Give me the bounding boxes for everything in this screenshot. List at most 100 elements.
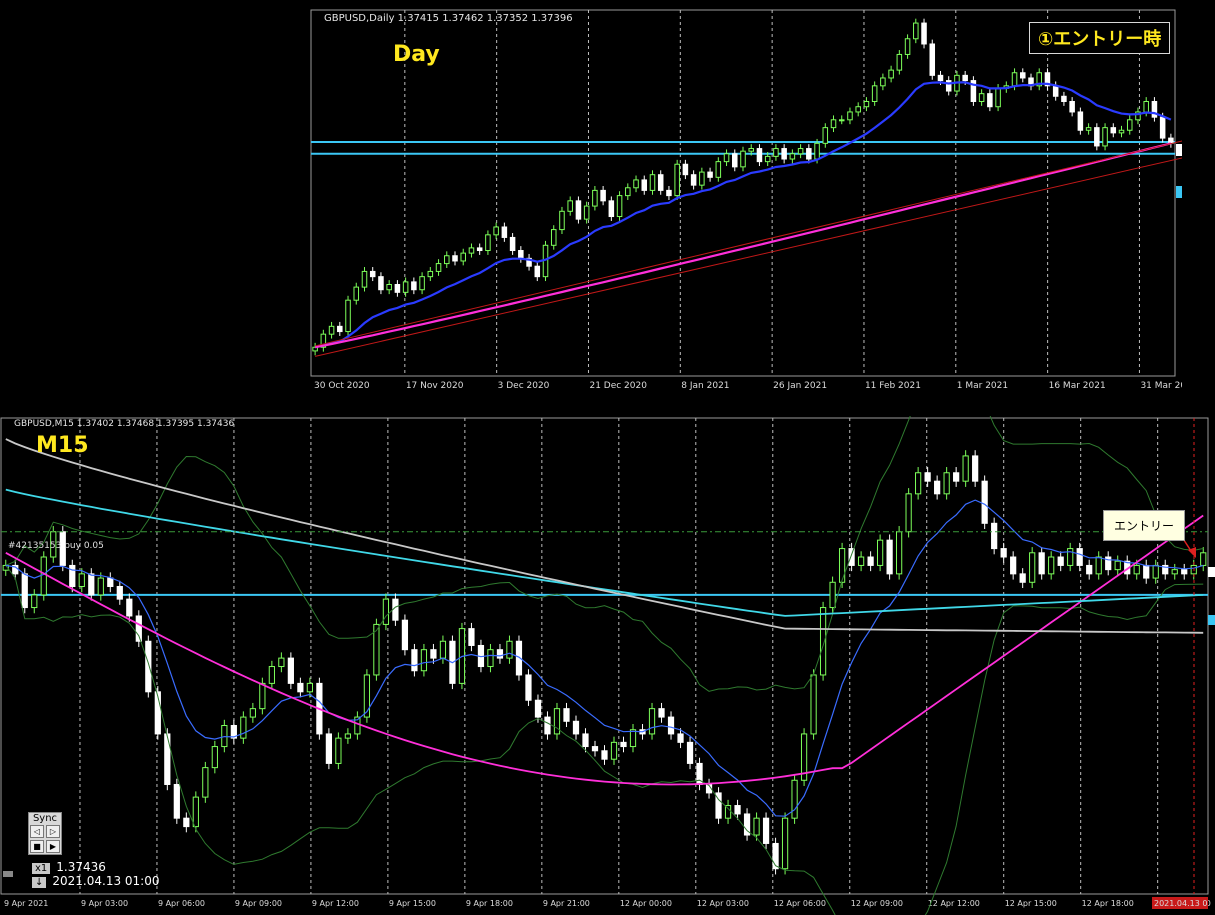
m15-chart-window[interactable]: 9 Apr 2021 9 Apr 03:00 9 Apr 06:00 9 Apr 09… bbox=[0, 416, 1215, 915]
x-tick-label: 9 Apr 09:00 bbox=[235, 899, 282, 908]
candle-body bbox=[620, 741, 627, 748]
candle-body bbox=[249, 708, 256, 718]
candle-body bbox=[259, 682, 266, 710]
candle-body bbox=[814, 142, 820, 160]
candle-body bbox=[657, 174, 664, 191]
candle-body bbox=[559, 210, 565, 231]
candle-body bbox=[518, 250, 524, 259]
candle-body bbox=[411, 649, 418, 672]
candle-body bbox=[1102, 127, 1108, 147]
current-price-marker bbox=[1176, 144, 1182, 156]
candle-body bbox=[378, 276, 384, 291]
candle-body bbox=[107, 577, 114, 587]
candle-body bbox=[972, 455, 979, 482]
candle-body bbox=[921, 22, 927, 45]
stop-icon[interactable]: ■ bbox=[30, 840, 44, 853]
candle-body bbox=[278, 657, 285, 668]
candle-body bbox=[427, 270, 434, 278]
x-tick-label: 1 Mar 2021 bbox=[957, 381, 1008, 391]
candle-body bbox=[69, 564, 76, 587]
candle-body bbox=[915, 472, 922, 495]
x-tick-label: 30 Oct 2020 bbox=[314, 381, 370, 391]
x-tick-label: 9 Apr 03:00 bbox=[81, 899, 128, 908]
x-tick-label: 12 Apr 15:00 bbox=[1005, 899, 1057, 908]
candle-body bbox=[335, 737, 342, 764]
candle-body bbox=[867, 556, 874, 566]
down-arrow-icon[interactable]: ↓ bbox=[32, 877, 47, 888]
candle-body bbox=[1010, 556, 1017, 575]
candle-body bbox=[435, 263, 442, 272]
x-tick-label: 9 Apr 21:00 bbox=[543, 899, 590, 908]
x-tick-label: 17 Nov 2020 bbox=[406, 381, 464, 391]
candle-body bbox=[641, 179, 648, 191]
daily-chart-window[interactable]: 30 Oct 2020 17 Nov 2020 3 Dec 2020 21 Dec 2… bbox=[310, 8, 1182, 392]
candle-body bbox=[1048, 556, 1055, 575]
candle-body bbox=[361, 270, 368, 288]
candle-body bbox=[394, 284, 401, 293]
candle-body bbox=[567, 200, 573, 212]
candle-body bbox=[857, 556, 865, 566]
candle-body bbox=[534, 265, 541, 278]
candle-body bbox=[1114, 560, 1121, 571]
x-tick-label: 9 Apr 18:00 bbox=[466, 899, 513, 908]
step-back-icon[interactable]: ◁ bbox=[30, 825, 44, 838]
candle-body bbox=[1061, 95, 1067, 103]
candle-body bbox=[591, 746, 599, 752]
candle-body bbox=[924, 472, 931, 482]
candle-body bbox=[848, 548, 855, 566]
candle-body bbox=[544, 716, 551, 735]
candle-body bbox=[762, 817, 770, 844]
order-label[interactable]: #42135153 buy 0.05 bbox=[8, 541, 104, 551]
candle-body bbox=[699, 171, 705, 186]
candle-body bbox=[1069, 101, 1075, 113]
candle-body bbox=[677, 733, 684, 743]
candle-body bbox=[444, 255, 450, 265]
candle-body bbox=[995, 87, 1001, 108]
play-icon[interactable]: ▶ bbox=[46, 840, 60, 853]
candle-body bbox=[1038, 552, 1045, 575]
candle-body bbox=[1118, 129, 1125, 134]
candle-body bbox=[452, 255, 458, 262]
candle-body bbox=[913, 22, 919, 40]
m15-chart[interactable]: 9 Apr 2021 9 Apr 03:00 9 Apr 06:00 9 Apr 09… bbox=[0, 416, 1215, 915]
current-price-marker bbox=[1208, 567, 1215, 577]
price-readout: 1.37436 bbox=[56, 860, 106, 874]
candle-body bbox=[460, 252, 466, 262]
daily-chart[interactable]: 30 Oct 2020 17 Nov 2020 3 Dec 2020 21 Dec 2… bbox=[310, 8, 1182, 392]
candle-body bbox=[485, 234, 491, 252]
candle-body bbox=[934, 480, 941, 495]
candle-body bbox=[1000, 548, 1007, 558]
candle-body bbox=[553, 708, 561, 735]
step-forward-icon[interactable]: ▷ bbox=[46, 825, 60, 838]
x-tick-label: 11 Feb 2021 bbox=[865, 381, 921, 391]
candle-body bbox=[724, 805, 732, 819]
candle-body bbox=[764, 155, 771, 163]
candle-body bbox=[797, 148, 804, 155]
candle-body bbox=[164, 733, 171, 785]
candle-body bbox=[325, 733, 332, 764]
candle-body bbox=[306, 682, 313, 693]
candle-body bbox=[202, 767, 209, 798]
candle-body bbox=[847, 111, 853, 121]
zoom-level[interactable]: x1 bbox=[32, 863, 51, 874]
price-info: x1 1.37436 ↓ 2021.04.13 01:00 bbox=[32, 860, 160, 888]
candle-body bbox=[1085, 127, 1092, 131]
candle-body bbox=[829, 581, 836, 609]
trend-line[interactable] bbox=[314, 139, 1182, 347]
candle-body bbox=[382, 598, 390, 625]
candle-body bbox=[493, 226, 499, 236]
tray-icon bbox=[3, 871, 13, 877]
sync-panel[interactable]: Sync ◁ ▷ ■ ▶ bbox=[28, 812, 62, 855]
candle-body bbox=[667, 716, 675, 735]
candle-body bbox=[344, 733, 352, 739]
candle-body bbox=[838, 548, 846, 583]
candle-body bbox=[601, 750, 608, 760]
candle-body bbox=[582, 733, 589, 748]
candle-body bbox=[402, 281, 409, 293]
candle-body bbox=[78, 573, 85, 587]
candle-body bbox=[583, 205, 590, 220]
candle-body bbox=[88, 573, 95, 596]
x-tick-label: 12 Apr 09:00 bbox=[851, 899, 903, 908]
candle-body bbox=[629, 729, 637, 748]
magenta-moving-average bbox=[5, 514, 1204, 786]
